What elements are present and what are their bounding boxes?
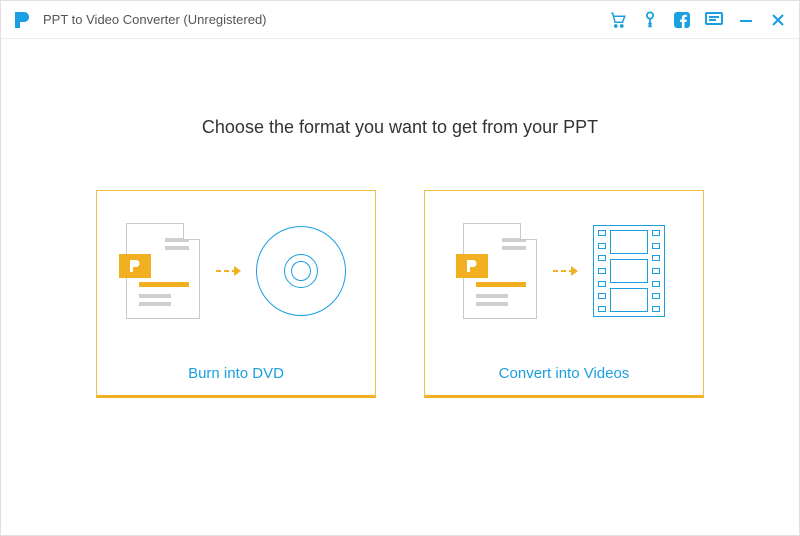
option-burn-dvd[interactable]: Burn into DVD bbox=[96, 190, 376, 398]
key-icon[interactable] bbox=[641, 11, 659, 29]
video-illustration bbox=[425, 191, 703, 351]
titlebar: PPT to Video Converter (Unregistered) bbox=[1, 1, 799, 39]
disc-icon bbox=[256, 226, 346, 316]
window-title: PPT to Video Converter (Unregistered) bbox=[43, 12, 267, 27]
format-options: Burn into DVD bbox=[96, 190, 704, 398]
facebook-icon[interactable] bbox=[673, 11, 691, 29]
app-window: PPT to Video Converter (Unregistered) bbox=[0, 0, 800, 536]
titlebar-actions bbox=[609, 11, 787, 29]
minimize-button[interactable] bbox=[737, 11, 755, 29]
arrow-icon bbox=[214, 263, 242, 279]
cart-icon[interactable] bbox=[609, 11, 627, 29]
film-icon bbox=[593, 225, 665, 317]
menu-icon[interactable] bbox=[705, 11, 723, 29]
dvd-illustration bbox=[97, 191, 375, 351]
ppt-doc-icon bbox=[463, 223, 537, 319]
option-video-label: Convert into Videos bbox=[425, 351, 703, 395]
ppt-doc-icon bbox=[126, 223, 200, 319]
option-dvd-label: Burn into DVD bbox=[97, 351, 375, 395]
arrow-icon bbox=[551, 263, 579, 279]
main-content: Choose the format you want to get from y… bbox=[1, 39, 799, 535]
option-convert-video[interactable]: Convert into Videos bbox=[424, 190, 704, 398]
close-button[interactable] bbox=[769, 11, 787, 29]
app-logo-icon bbox=[11, 9, 33, 31]
headline: Choose the format you want to get from y… bbox=[202, 117, 598, 138]
